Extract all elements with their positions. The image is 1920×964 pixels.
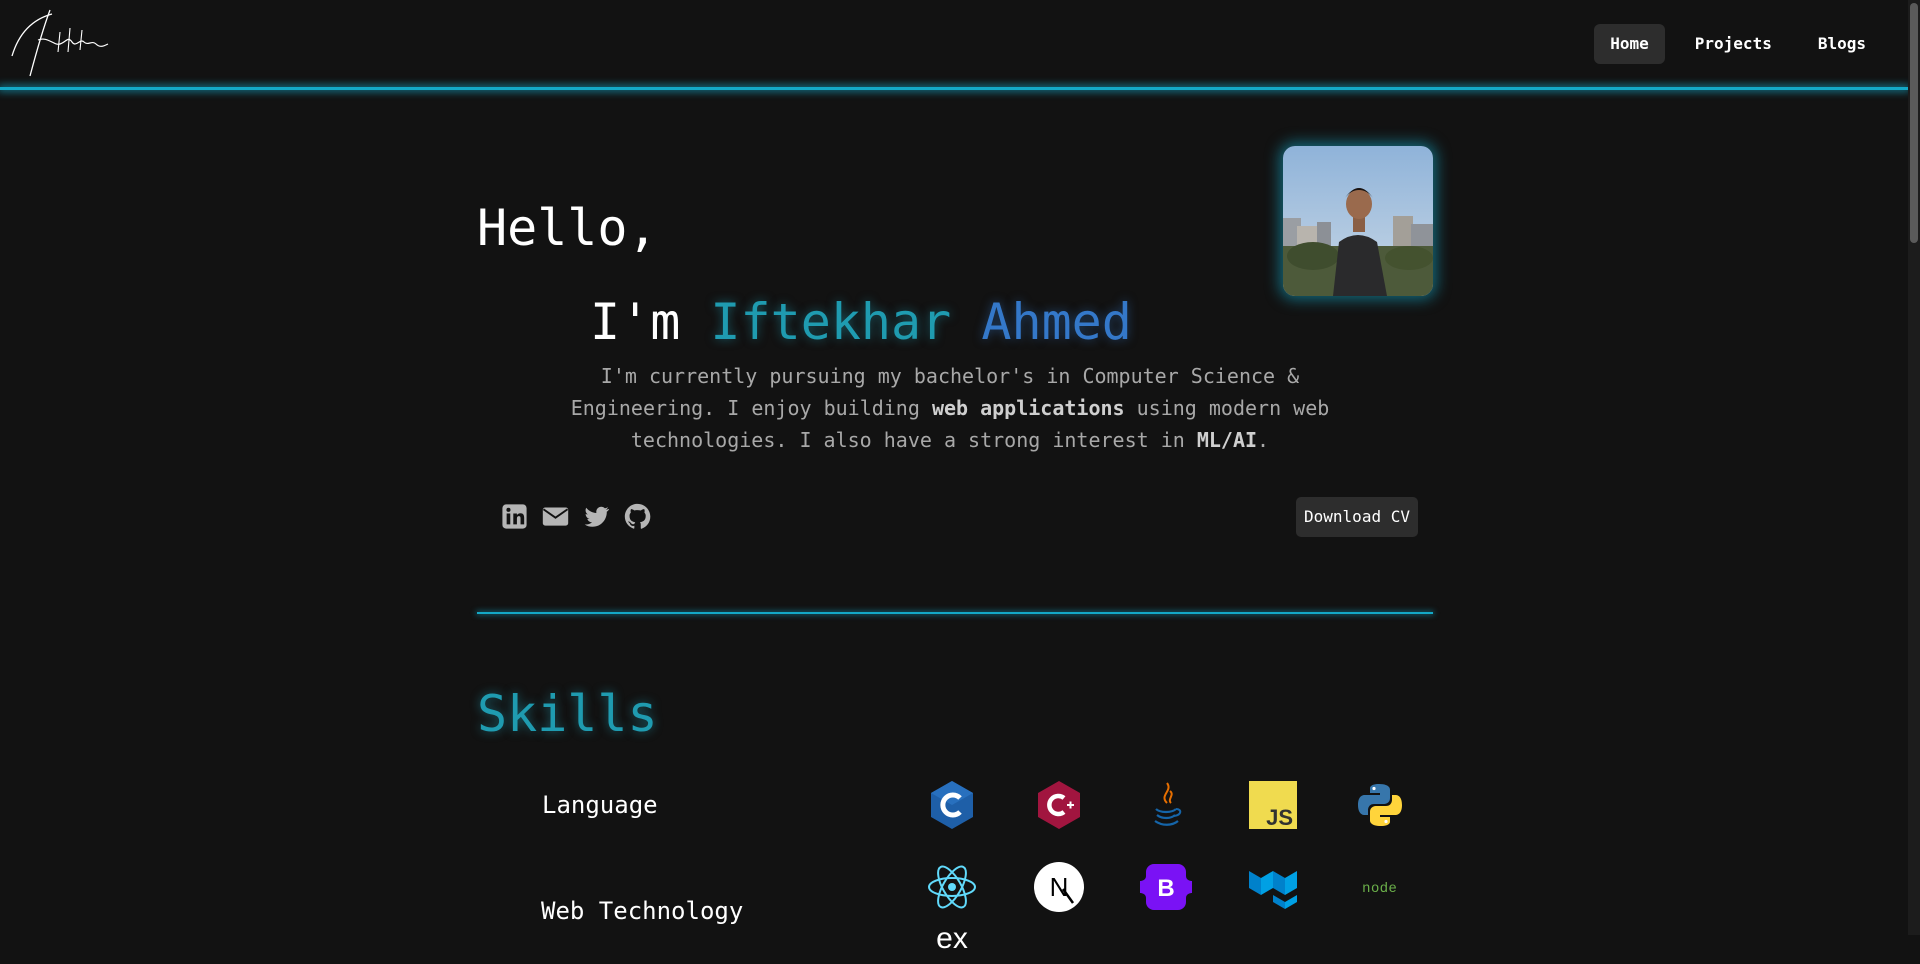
bio-text-3: . (1257, 428, 1270, 452)
javascript-icon: JS (1249, 781, 1297, 830)
nav-blogs-link[interactable]: Blogs (1802, 24, 1882, 64)
name-last: Ahmed (981, 293, 1132, 351)
github-icon[interactable] (623, 502, 652, 531)
react-icon (928, 865, 976, 909)
nav-projects-link[interactable]: Projects (1679, 24, 1788, 64)
cpp-icon (1038, 781, 1080, 829)
java-icon (1154, 782, 1182, 826)
skill-category-language: Language (542, 791, 658, 819)
name-first: Iftekhar (710, 293, 952, 351)
linkedin-icon[interactable] (500, 502, 529, 531)
hero-intro: I'm Iftekhar Ahmed (590, 292, 1132, 352)
nav-links: Home Projects Blogs (1594, 24, 1882, 64)
nextjs-icon: N (1034, 862, 1084, 912)
bootstrap-icon: B (1140, 864, 1192, 910)
twitter-icon[interactable] (582, 502, 611, 531)
profile-photo (1283, 146, 1433, 296)
navbar: Home Projects Blogs (0, 0, 1908, 88)
signature-logo[interactable] (8, 6, 112, 82)
nav-home-link[interactable]: Home (1594, 24, 1665, 64)
hero-bio: I'm currently pursuing my bachelor's in … (560, 360, 1340, 456)
email-icon[interactable] (541, 502, 570, 531)
bio-highlight-ml: ML/AI (1196, 428, 1258, 452)
svg-text:JS: JS (1266, 805, 1293, 830)
express-icon: ex (936, 922, 968, 955)
social-links (500, 502, 652, 531)
bio-highlight-web: web applications (931, 396, 1125, 420)
skills-heading: Skills (477, 685, 658, 743)
material-ui-icon (1249, 871, 1297, 909)
scrollbar-thumb[interactable] (1910, 3, 1918, 243)
section-divider (477, 612, 1433, 614)
python-icon (1358, 784, 1402, 826)
svg-text:B: B (1157, 875, 1174, 902)
nodejs-icon: node (1362, 879, 1397, 895)
download-cv-button[interactable]: Download CV (1296, 497, 1418, 537)
skill-category-web-technology: Web Technology (541, 897, 744, 925)
svg-text:N: N (1050, 872, 1069, 902)
navbar-glow-divider (0, 87, 1908, 90)
intro-prefix: I'm (590, 293, 681, 351)
c-icon (931, 781, 973, 829)
svg-text:ex: ex (936, 922, 968, 955)
hero-greeting: Hello, (477, 199, 658, 257)
page-scrollbar[interactable] (1908, 0, 1920, 935)
svg-text:node: node (1362, 879, 1397, 895)
